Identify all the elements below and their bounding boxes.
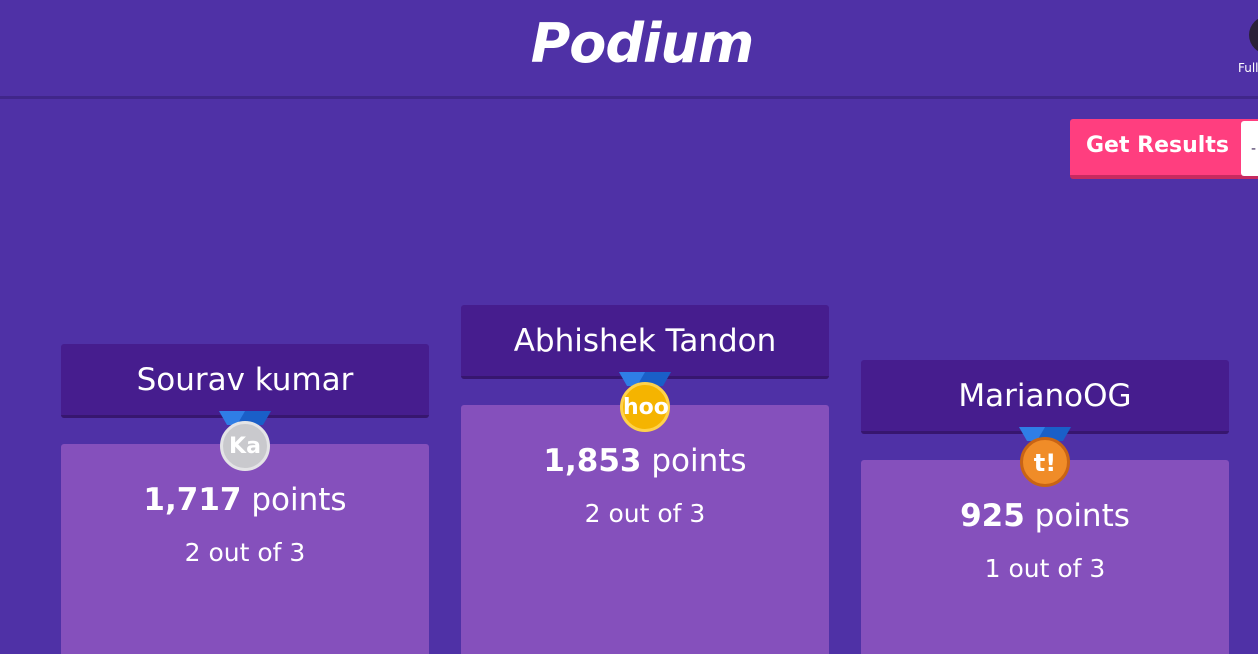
- bronze-medal-icon: t!: [1020, 427, 1070, 487]
- third-place-name-card: MarianoOG: [861, 360, 1229, 434]
- second-place-points-unit: points: [251, 482, 347, 518]
- first-place-correct: 2 out of 3: [584, 499, 706, 528]
- silver-medal-icon: Ka: [220, 411, 270, 471]
- first-place-pillar: 1,853 points 2 out of 3: [461, 405, 829, 654]
- third-place-points: 925 points: [861, 498, 1229, 534]
- gold-medal-icon: hoo: [620, 372, 670, 432]
- first-place-points-unit: points: [651, 443, 747, 479]
- third-place-points-unit: points: [1034, 498, 1130, 534]
- first-place-points: 1,853 points: [461, 443, 829, 479]
- third-place-pillar: 925 points 1 out of 3: [861, 460, 1229, 654]
- second-place-points-value: 1,717: [143, 482, 242, 518]
- get-results-label: Get Results: [1086, 133, 1229, 158]
- second-place-correct: 2 out of 3: [184, 538, 306, 567]
- bronze-medal-disc: t!: [1020, 437, 1070, 487]
- second-place-points: 1,717 points: [61, 482, 429, 518]
- podium-page: Podium Full Get Results - Sourav kumar 1…: [0, 0, 1258, 654]
- page-title: Podium: [530, 12, 755, 75]
- get-results-button[interactable]: Get Results -: [1070, 119, 1258, 179]
- fullscreen-label[interactable]: Full: [1238, 61, 1258, 75]
- dropdown-glyph: -: [1251, 141, 1257, 157]
- third-place-points-value: 925: [960, 498, 1025, 534]
- first-place-points-value: 1,853: [543, 443, 642, 479]
- second-place-pillar: 1,717 points 2 out of 3: [61, 444, 429, 654]
- get-results-dropdown[interactable]: -: [1241, 121, 1258, 176]
- top-bar: Podium Full: [0, 0, 1258, 99]
- third-place-correct: 1 out of 3: [984, 554, 1106, 583]
- gold-medal-disc: hoo: [620, 382, 670, 432]
- first-place-name-card: Abhishek Tandon: [461, 305, 829, 379]
- silver-medal-disc: Ka: [220, 421, 270, 471]
- second-place-name-card: Sourav kumar: [61, 344, 429, 418]
